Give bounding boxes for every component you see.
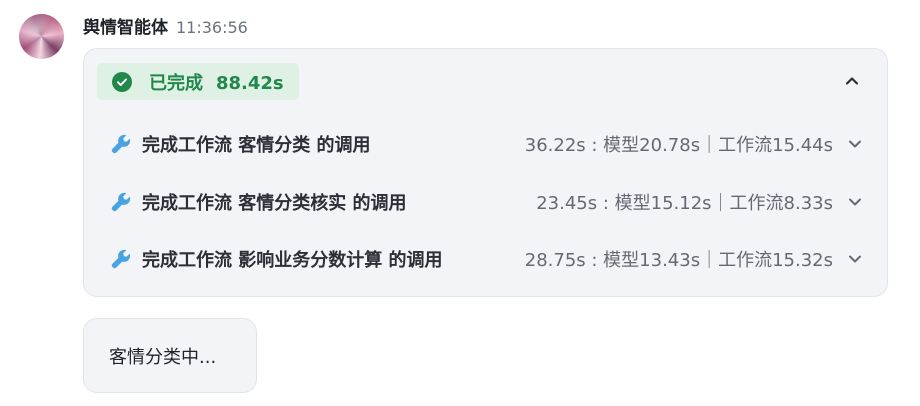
chevron-down-icon[interactable]	[846, 193, 864, 211]
workflow-row[interactable]: 完成工作流 客情分类 的调用 36.22s : 模型20.78s｜工作流15.4…	[110, 129, 864, 159]
sender-name: 舆情智能体	[83, 18, 168, 38]
chevron-up-icon[interactable]	[843, 72, 861, 90]
wrench-icon	[111, 249, 131, 269]
chevron-down-icon[interactable]	[846, 135, 864, 153]
workflow-row-title: 完成工作流 客情分类核实 的调用	[142, 193, 407, 214]
status-label: 已完成	[149, 72, 203, 94]
workflow-row-timing: 23.45s : 模型15.12s｜工作流8.33s	[536, 193, 833, 214]
workflow-row[interactable]: 完成工作流 影响业务分数计算 的调用 28.75s : 模型13.43s｜工作流…	[110, 244, 864, 274]
message-bubble: 客情分类中...	[83, 318, 257, 393]
workflow-row-timing: 36.22s : 模型20.78s｜工作流15.44s	[524, 135, 833, 156]
message-header: 舆情智能体 11:36:56	[83, 13, 248, 38]
workflow-row-title: 完成工作流 客情分类 的调用	[142, 135, 371, 156]
status-text: 已完成 88.42s	[149, 69, 284, 95]
status-duration: 88.42s	[216, 72, 284, 94]
check-circle-icon	[112, 71, 132, 92]
bubble-text: 客情分类中...	[109, 346, 217, 368]
message-time: 11:36:56	[176, 18, 248, 37]
chevron-down-icon[interactable]	[846, 250, 864, 268]
avatar[interactable]	[19, 14, 64, 59]
wrench-icon	[111, 192, 131, 212]
workflow-status-card: 已完成 88.42s 完成工作流 客情分类 的调用 36.22s : 模型20.7…	[83, 48, 888, 297]
workflow-row[interactable]: 完成工作流 客情分类核实 的调用 23.45s : 模型15.12s｜工作流8.…	[110, 187, 864, 217]
workflow-row-timing: 28.75s : 模型13.43s｜工作流15.32s	[524, 250, 833, 271]
workflow-row-title: 完成工作流 影响业务分数计算 的调用	[142, 250, 443, 271]
wrench-icon	[111, 134, 131, 154]
status-badge: 已完成 88.42s	[97, 63, 299, 100]
